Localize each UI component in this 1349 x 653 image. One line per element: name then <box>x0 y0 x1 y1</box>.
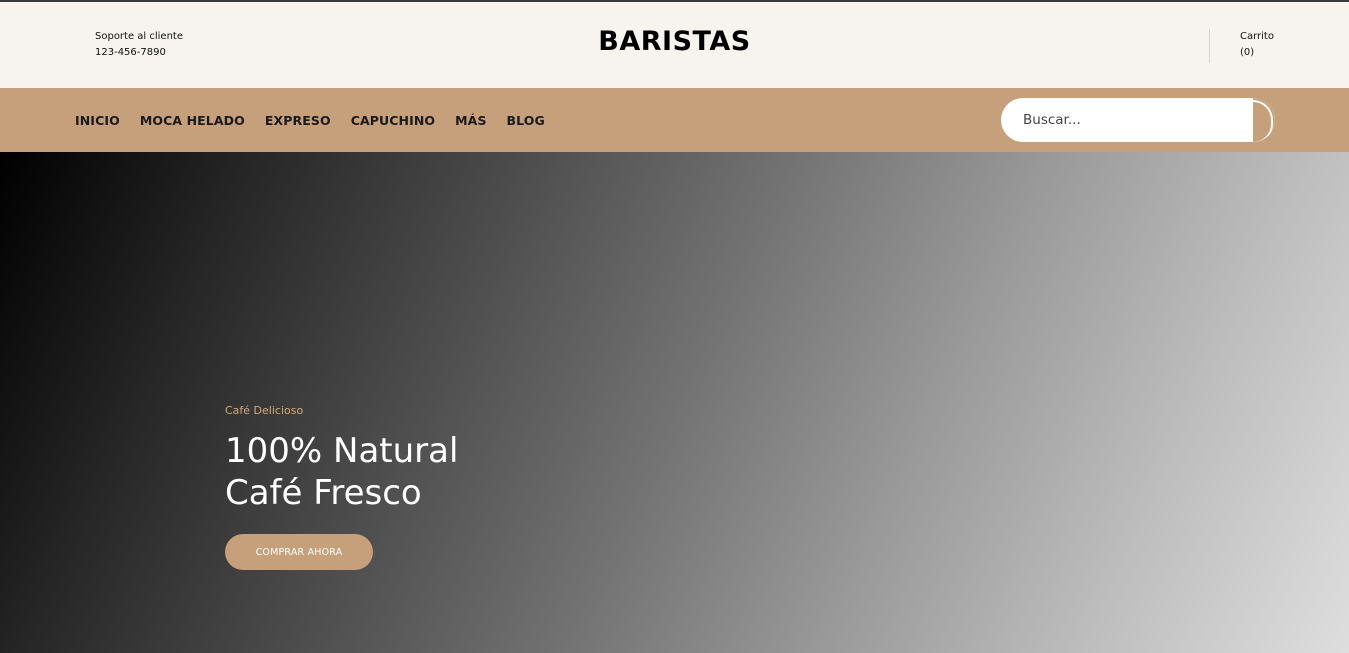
hero-headline: 100% Natural Café Fresco <box>225 430 458 514</box>
cart-divider <box>1209 29 1210 63</box>
brand-logo[interactable]: BARISTAS <box>598 26 750 57</box>
shop-now-button[interactable]: COMPRAR AHORA <box>225 534 373 570</box>
support-label: Soporte al cliente <box>95 31 183 42</box>
nav-item-mas[interactable]: MÁS <box>455 113 486 128</box>
hero-headline-line2: Café Fresco <box>225 473 422 513</box>
search-input[interactable] <box>1001 98 1253 142</box>
cart-count: (0) <box>1240 47 1255 58</box>
nav-item-moca-helado[interactable]: MOCA HELADO <box>140 113 245 128</box>
hero-headline-line1: 100% Natural <box>225 431 459 471</box>
hero-eyebrow: Café Delicioso <box>225 404 304 417</box>
top-header: Soporte al cliente 123-456-7890 BARISTAS… <box>0 2 1349 88</box>
cart-label: Carrito <box>1240 31 1274 42</box>
nav-item-expreso[interactable]: EXPRESO <box>265 113 331 128</box>
support-phone[interactable]: 123-456-7890 <box>95 45 183 61</box>
search-box <box>1001 98 1275 142</box>
customer-support: Soporte al cliente 123-456-7890 <box>95 29 183 61</box>
hero-banner: Café Delicioso 100% Natural Café Fresco … <box>0 152 1349 653</box>
nav-item-inicio[interactable]: INICIO <box>75 113 120 128</box>
nav-item-blog[interactable]: BLOG <box>507 113 545 128</box>
brand-logo-wrap: BARISTAS <box>0 26 1349 57</box>
cart-link[interactable]: Carrito (0) <box>1240 29 1274 61</box>
nav-item-capuchino[interactable]: CAPUCHINO <box>351 113 435 128</box>
nav-links: INICIO MOCA HELADO EXPRESO CAPUCHINO MÁS… <box>75 88 545 152</box>
